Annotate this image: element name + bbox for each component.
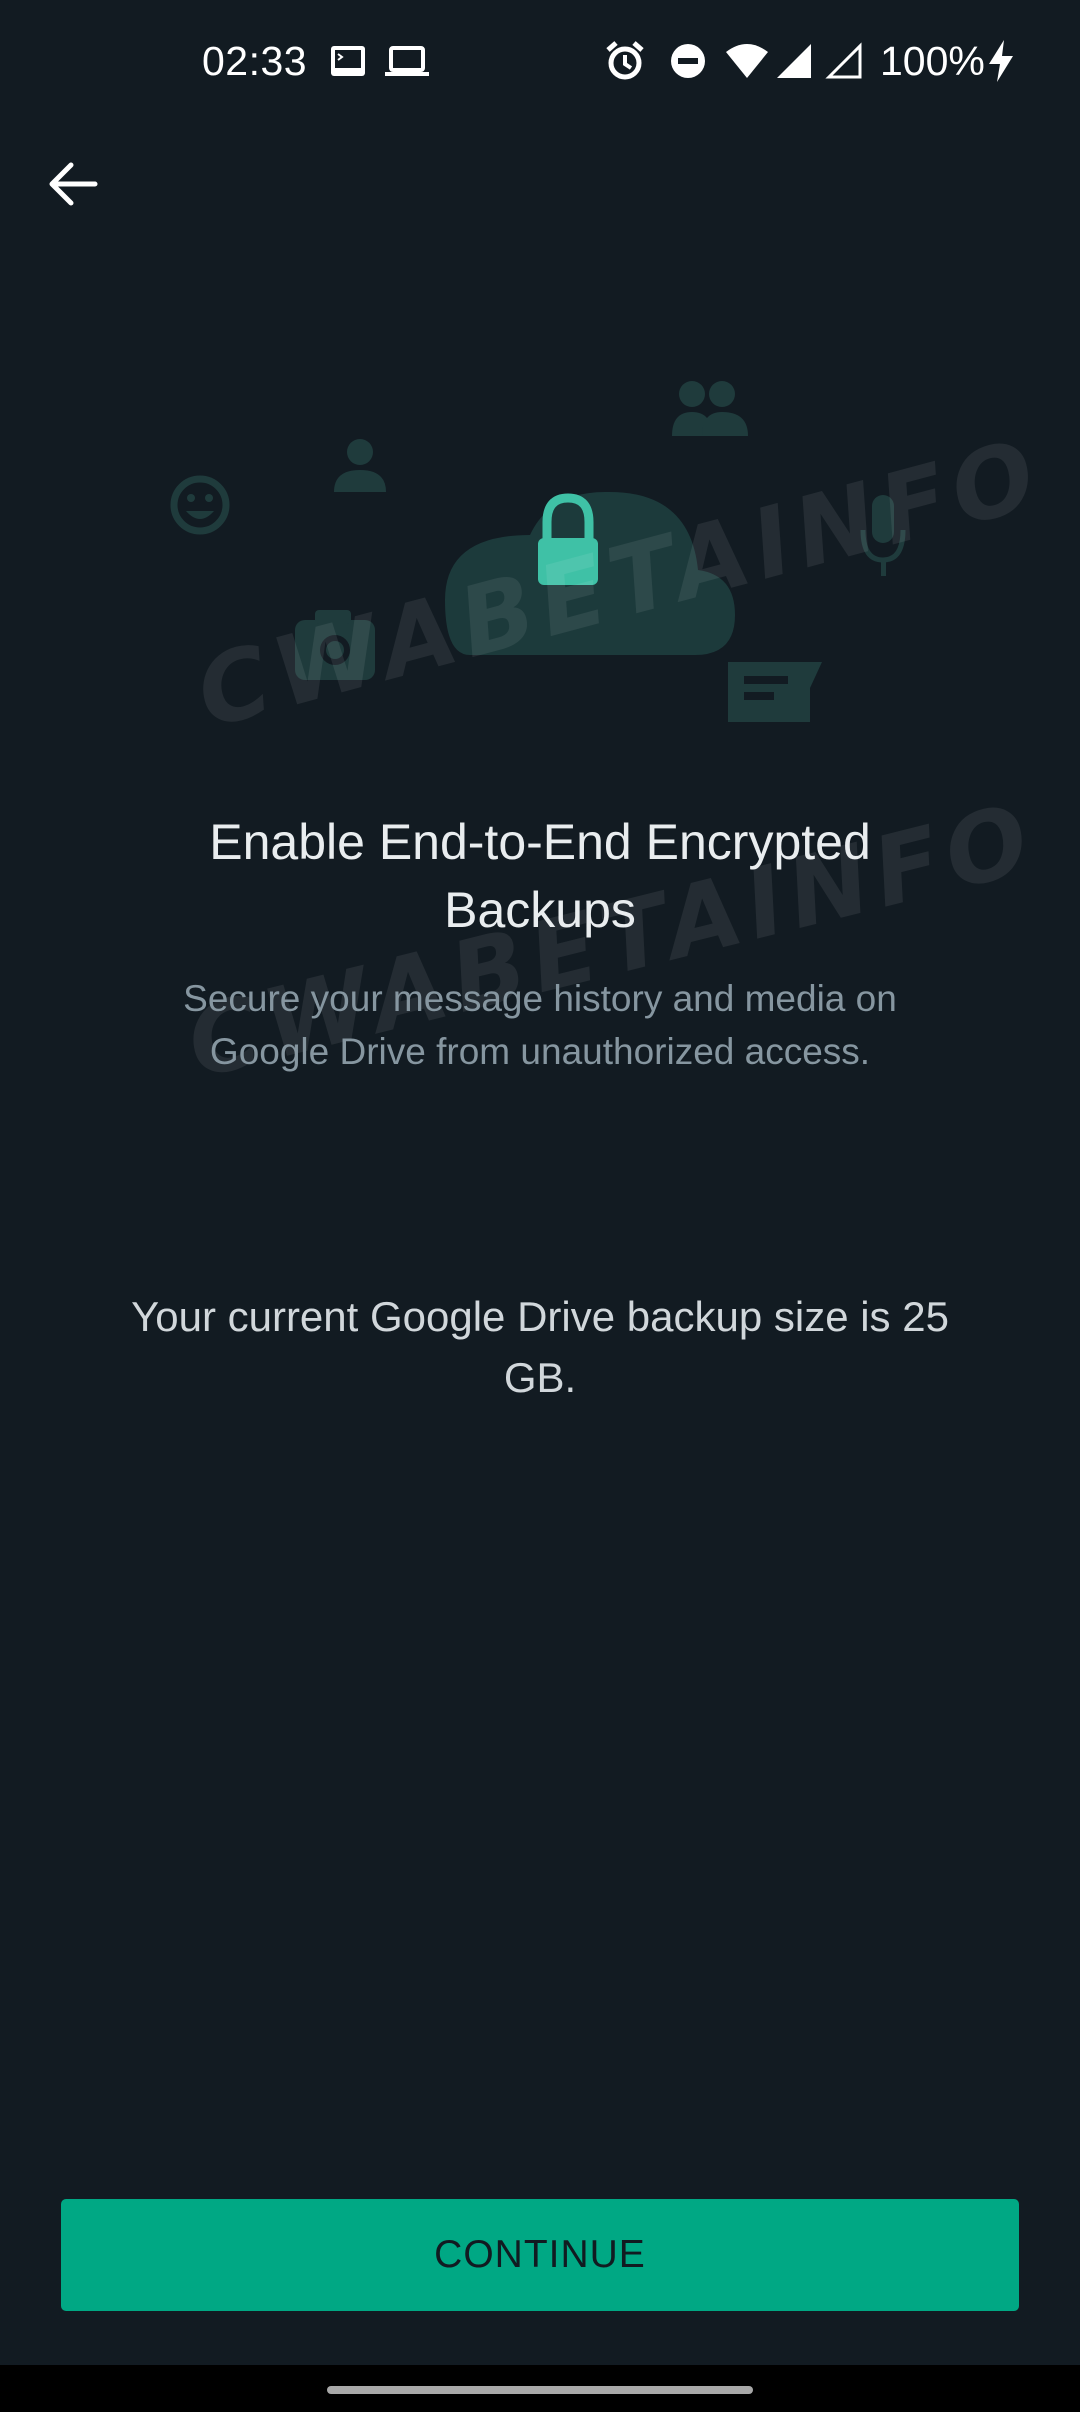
alarm-icon <box>604 40 646 82</box>
page-subtitle: Secure your message history and media on… <box>183 978 897 1072</box>
status-time: 02:33 <box>202 38 308 84</box>
camera-icon <box>295 610 375 680</box>
backup-illustration <box>150 370 930 770</box>
signal-outline-icon <box>824 40 864 82</box>
backup-size-text: Your current Google Drive backup size is… <box>131 1293 949 1401</box>
wifi-icon <box>724 40 770 82</box>
group-icon <box>672 381 748 436</box>
battery-percentage: 100% <box>880 38 985 84</box>
signal-icon <box>774 40 814 82</box>
charging-icon <box>986 40 1016 82</box>
back-button[interactable] <box>34 150 112 218</box>
continue-button[interactable]: CONTINUE <box>61 2199 1019 2311</box>
arrow-back-icon <box>49 162 98 206</box>
continue-button-label: CONTINUE <box>434 2233 646 2276</box>
chat-bubble-icon <box>728 662 822 722</box>
page-title: Enable End-to-End Encrypted Backups <box>209 814 871 938</box>
laptop-icon <box>384 40 430 82</box>
gesture-handle[interactable] <box>327 2386 753 2394</box>
do-not-disturb-icon <box>668 40 708 82</box>
person-icon <box>334 439 386 492</box>
mic-icon <box>860 495 906 576</box>
emoji-icon <box>170 475 230 535</box>
status-bar: 02:33 100% <box>0 0 1080 125</box>
terminal-icon <box>328 40 368 82</box>
